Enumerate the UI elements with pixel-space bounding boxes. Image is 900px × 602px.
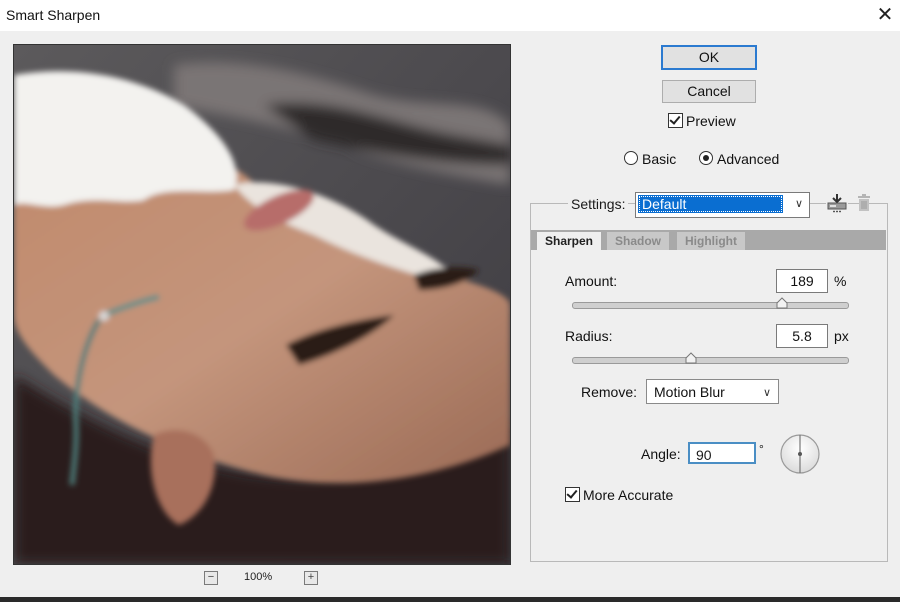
window-title: Smart Sharpen <box>6 7 101 23</box>
close-icon[interactable]: ✕ <box>872 3 898 27</box>
radius-slider[interactable] <box>572 352 849 364</box>
zoom-in-button[interactable]: + <box>304 571 318 585</box>
tab-shadow[interactable]: Shadow <box>607 232 670 250</box>
cancel-button[interactable]: Cancel <box>662 80 756 103</box>
mode-advanced-radio[interactable]: Advanced <box>699 151 779 167</box>
chevron-down-icon: ∨ <box>794 198 803 210</box>
angle-input[interactable]: 90 <box>688 442 756 464</box>
title-bar: Smart Sharpen ✕ <box>0 0 900 31</box>
angle-dial[interactable] <box>780 434 820 474</box>
remove-label: Remove: <box>581 384 638 400</box>
radius-unit: px <box>834 328 849 344</box>
save-preset-icon[interactable] <box>826 193 848 213</box>
image-preview[interactable] <box>13 44 511 565</box>
zoom-out-button[interactable]: − <box>204 571 218 585</box>
checkbox-checked-icon[interactable] <box>565 487 580 502</box>
amount-label: Amount: <box>565 273 618 289</box>
chevron-down-icon: ∨ <box>762 387 771 399</box>
checkbox-checked-icon[interactable] <box>668 113 683 128</box>
angle-unit: ° <box>759 442 764 456</box>
amount-slider[interactable] <box>572 297 849 309</box>
angle-label: Angle: <box>641 446 681 462</box>
settings-value: Default <box>638 195 783 213</box>
settings-label: Settings: <box>568 196 629 212</box>
radius-label: Radius: <box>565 328 613 344</box>
tab-highlight[interactable]: Highlight <box>677 232 745 250</box>
ok-button[interactable]: OK <box>661 45 757 70</box>
radius-slider-thumb[interactable] <box>685 352 697 364</box>
basic-label: Basic <box>642 151 677 167</box>
amount-unit: % <box>834 273 847 289</box>
more-accurate-label: More Accurate <box>583 487 674 503</box>
tab-sharpen[interactable]: Sharpen <box>537 232 602 250</box>
more-accurate-checkbox[interactable]: More Accurate <box>565 487 673 503</box>
radio-unselected-icon[interactable] <box>624 151 638 165</box>
zoom-controls: − 100% + <box>0 568 520 588</box>
advanced-label: Advanced <box>717 151 780 167</box>
preview-image <box>14 45 510 564</box>
amount-slider-thumb[interactable] <box>776 297 788 309</box>
trash-icon[interactable] <box>856 193 872 213</box>
preview-checkbox[interactable]: Preview <box>668 113 736 129</box>
preview-label: Preview <box>686 113 736 129</box>
zoom-level: 100% <box>244 571 273 583</box>
remove-value: Motion Blur <box>654 384 725 400</box>
mode-basic-radio[interactable]: Basic <box>624 151 676 167</box>
window-bottom-edge <box>0 597 900 602</box>
amount-input[interactable]: 189 <box>776 269 828 293</box>
tab-bar: Sharpen Shadow Highlight <box>531 230 886 250</box>
settings-dropdown[interactable]: Default ∨ <box>635 192 810 218</box>
radio-selected-icon[interactable] <box>699 151 713 165</box>
radius-input[interactable]: 5.8 <box>776 324 828 348</box>
remove-dropdown[interactable]: Motion Blur ∨ <box>646 379 779 404</box>
